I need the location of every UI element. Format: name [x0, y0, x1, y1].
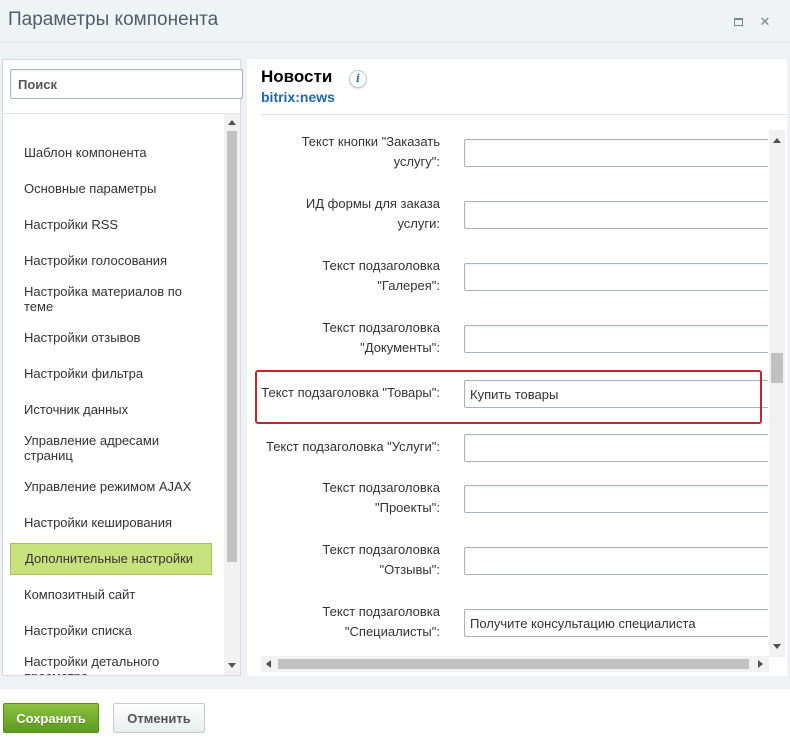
sidebar-item[interactable]: Настройки отзывов [10, 330, 212, 345]
field-label-line: Текст подзаголовка [322, 480, 440, 495]
field-label-line: Текст подзаголовка "Услуги": [265, 439, 440, 454]
form-row: Текст кнопки "Заказать услугу": [261, 130, 768, 176]
field-label-line: "Галерея": [377, 278, 440, 293]
form-row: ИД формы для заказа услуги: [261, 192, 768, 238]
sidebar-item[interactable]: Настройки кеширования [10, 515, 212, 530]
form-row: Текст подзаголовка "Отзывы": [261, 538, 768, 584]
cancel-button[interactable]: Отменить [113, 703, 205, 733]
sidebar-item[interactable]: Настройки фильтра [10, 366, 212, 381]
sidebar-item[interactable]: Основные параметры [10, 181, 212, 196]
scroll-up-arrow-icon[interactable] [773, 138, 781, 143]
sidebar-item[interactable]: Настройки детального просмотра [10, 654, 212, 675]
form-row: Текст подзаголовка "Проекты": [261, 476, 768, 522]
form-row: Текст подзаголовка "Галерея": [261, 254, 768, 300]
component-code: bitrix:news [261, 89, 335, 105]
content-divider [261, 114, 787, 115]
field-label-line: "Специалисты": [344, 624, 440, 639]
field-input[interactable] [464, 263, 768, 291]
field-label-line: "Документы": [360, 340, 440, 355]
sidebar-item[interactable]: Настройки голосования [10, 253, 212, 268]
form-vscroll-thumb[interactable] [771, 353, 783, 383]
field-label: Текст подзаголовка "Отзывы": [322, 540, 440, 580]
field-input[interactable] [464, 609, 768, 637]
scroll-right-arrow-icon[interactable] [758, 660, 763, 668]
field-input[interactable] [464, 325, 768, 353]
sidebar-menu: Шаблон компонента Основные параметры Настр… [2, 114, 224, 675]
field-label-line: ИД формы для заказа [305, 196, 440, 211]
form-horizontal-scrollbar[interactable] [261, 656, 769, 672]
scroll-up-arrow-icon[interactable] [228, 120, 236, 125]
sidebar-item[interactable]: Источник данных [10, 402, 212, 417]
sidebar-item[interactable]: Дополнительные настройки [10, 543, 212, 575]
form-hscroll-thumb[interactable] [278, 659, 749, 669]
info-icon[interactable]: i [349, 70, 367, 88]
dialog-title: Параметры компонента [8, 9, 219, 30]
field-label-line: Текст подзаголовка [322, 542, 440, 557]
sidebar-item[interactable]: Настройка материалов по теме [10, 284, 212, 314]
form-row: Текст подзаголовка "Услуги": [261, 432, 768, 478]
sidebar-scroll-thumb[interactable] [227, 131, 237, 562]
field-label-line: услугу": [393, 154, 440, 169]
component-name: Новости [261, 67, 333, 86]
field-input[interactable] [464, 139, 768, 167]
scroll-left-arrow-icon[interactable] [266, 660, 271, 668]
field-label: Текст кнопки "Заказать услугу": [302, 132, 440, 172]
field-input[interactable] [464, 380, 768, 408]
sidebar-item[interactable]: Управление адресами страниц [10, 433, 212, 463]
field-label: Текст подзаголовка "Проекты": [322, 478, 440, 518]
field-input[interactable] [464, 201, 768, 229]
form-vertical-scrollbar[interactable] [769, 130, 785, 657]
field-input[interactable] [464, 485, 768, 513]
field-label-line: Текст подзаголовка [322, 258, 440, 273]
field-label-line: "Отзывы": [379, 562, 440, 577]
field-label-line: Текст подзаголовка [322, 604, 440, 619]
field-label-line: Текст кнопки "Заказать [301, 134, 440, 149]
dialog-titlebar: Параметры компонента ✕ [0, 0, 790, 43]
field-label: Текст подзаголовка "Галерея": [322, 256, 440, 296]
field-label: Текст подзаголовка "Услуги": [266, 437, 440, 457]
scroll-down-arrow-icon[interactable] [228, 663, 236, 668]
field-label-line: "Проекты": [374, 500, 440, 515]
field-label: ИД формы для заказа услуги: [306, 194, 440, 234]
field-label-line: Текст подзаголовка "Товары": [261, 385, 440, 400]
sidebar-item[interactable]: Настройки списка [10, 623, 212, 638]
form-row: Текст подзаголовка "Специалисты": [261, 600, 768, 646]
sidebar-item[interactable]: Композитный сайт [10, 587, 212, 602]
field-label-line: услуги: [397, 216, 440, 231]
sidebar-scrollbar[interactable] [224, 114, 240, 675]
maximize-icon[interactable] [728, 12, 748, 32]
field-input[interactable] [464, 547, 768, 575]
sidebar-item[interactable]: Управление режимом AJAX [10, 479, 212, 494]
field-label: Текст подзаголовка "Специалисты": [322, 602, 440, 642]
field-input[interactable] [464, 434, 768, 462]
form-row: Текст подзаголовка "Документы": [261, 316, 768, 362]
save-button[interactable]: Сохранить [3, 703, 99, 733]
search-input[interactable] [10, 69, 243, 99]
field-label: Текст подзаголовка "Товары": [261, 383, 440, 403]
sidebar-item[interactable]: Шаблон компонента [10, 145, 212, 160]
scroll-down-arrow-icon[interactable] [773, 644, 781, 649]
form-row: Текст подзаголовка "Товары": [261, 378, 768, 424]
close-icon[interactable]: ✕ [755, 12, 775, 32]
field-label: Текст подзаголовка "Документы": [322, 318, 440, 358]
sidebar-item[interactable]: Настройки RSS [10, 217, 212, 232]
field-label-line: Текст подзаголовка [322, 320, 440, 335]
settings-form: Текст кнопки "Заказать услугу": ИД формы д… [261, 130, 768, 656]
